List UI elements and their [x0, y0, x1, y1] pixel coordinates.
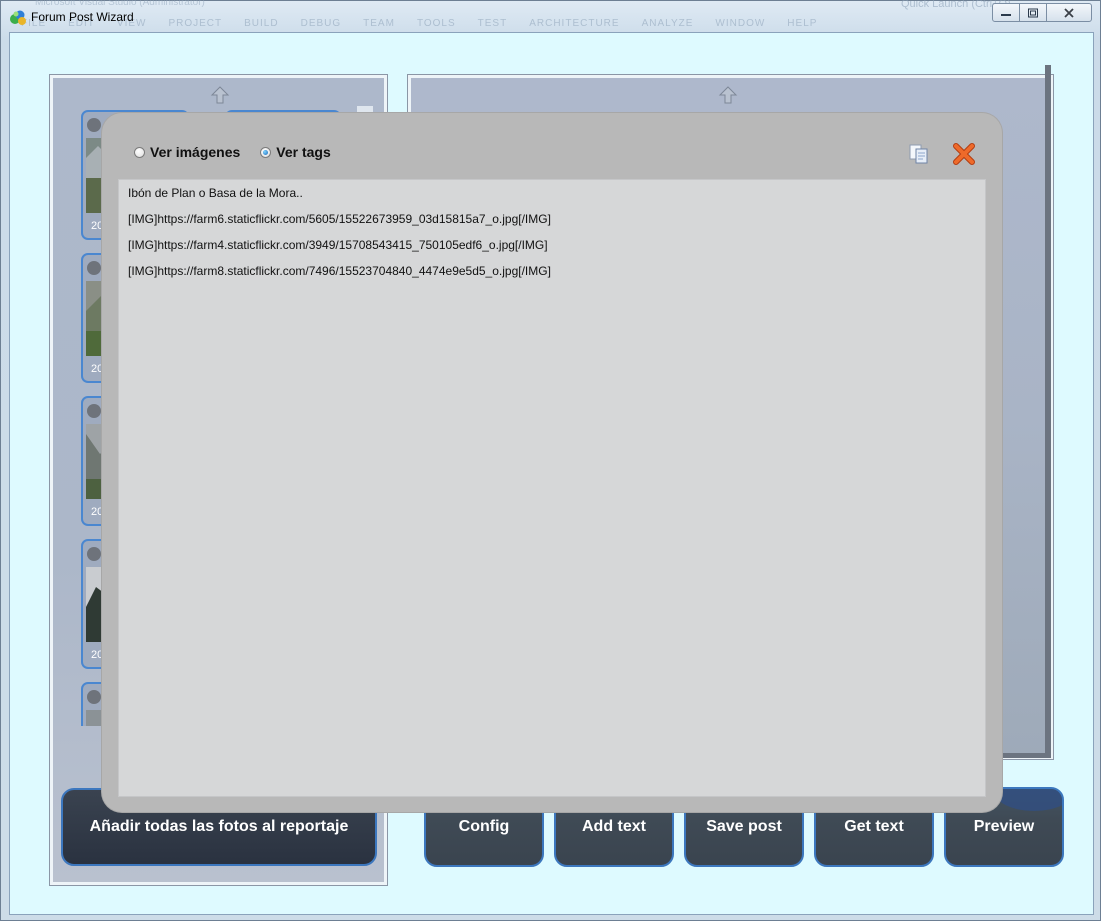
select-dot[interactable] — [87, 261, 101, 275]
radio-ver-tags[interactable]: Ver tags — [260, 144, 331, 160]
text-line: [IMG]https://farm6.staticflickr.com/5605… — [128, 212, 551, 226]
background-menu-bar: FILE EDIT VIEW PROJECT BUILD DEBUG TEAM TOOLS TE… — [21, 18, 818, 29]
background-window-title: Microsoft Visual Studio (Administrator) — [35, 0, 205, 8]
radio-circle-selected[interactable] — [260, 146, 272, 158]
tags-dialog: Ver imágenes Ver tags Ibón de Plan o Bas… — [102, 113, 1002, 812]
window-title: Forum Post Wizard — [31, 10, 134, 24]
copy-icon[interactable] — [908, 143, 930, 165]
arrow-up-icon[interactable] — [210, 86, 230, 104]
minimize-button[interactable] — [992, 3, 1020, 22]
close-icon[interactable] — [952, 142, 976, 166]
title-bar[interactable]: Microsoft Visual Studio (Administrator) … — [1, 0, 1100, 31]
select-dot[interactable] — [87, 404, 101, 418]
text-line: [IMG]https://farm4.staticflickr.com/3949… — [128, 238, 548, 252]
app-icon — [10, 10, 26, 25]
tags-text-area[interactable]: Ibón de Plan o Basa de la Mora.. [IMG]ht… — [118, 179, 986, 797]
select-dot[interactable] — [87, 690, 101, 704]
panel-shadow — [1045, 65, 1051, 753]
view-mode-radio-group: Ver imágenes Ver tags — [134, 144, 351, 160]
text-line: [IMG]https://farm8.staticflickr.com/7496… — [128, 264, 551, 278]
radio-circle[interactable] — [134, 146, 145, 158]
app-window: Microsoft Visual Studio (Administrator) … — [0, 0, 1101, 921]
select-dot[interactable] — [87, 118, 101, 132]
text-line: Ibón de Plan o Basa de la Mora.. — [128, 186, 303, 200]
select-dot[interactable] — [87, 547, 101, 561]
window-close-button[interactable] — [1046, 3, 1092, 22]
radio-label: Ver imágenes — [150, 144, 241, 160]
radio-label: Ver tags — [276, 144, 331, 160]
radio-ver-imagenes[interactable]: Ver imágenes — [134, 144, 240, 160]
restore-icon — [1028, 8, 1038, 17]
close-window-icon — [1064, 7, 1074, 18]
minimize-icon — [1001, 13, 1011, 16]
arrow-up-icon[interactable] — [718, 86, 738, 104]
maximize-button[interactable] — [1019, 3, 1047, 22]
